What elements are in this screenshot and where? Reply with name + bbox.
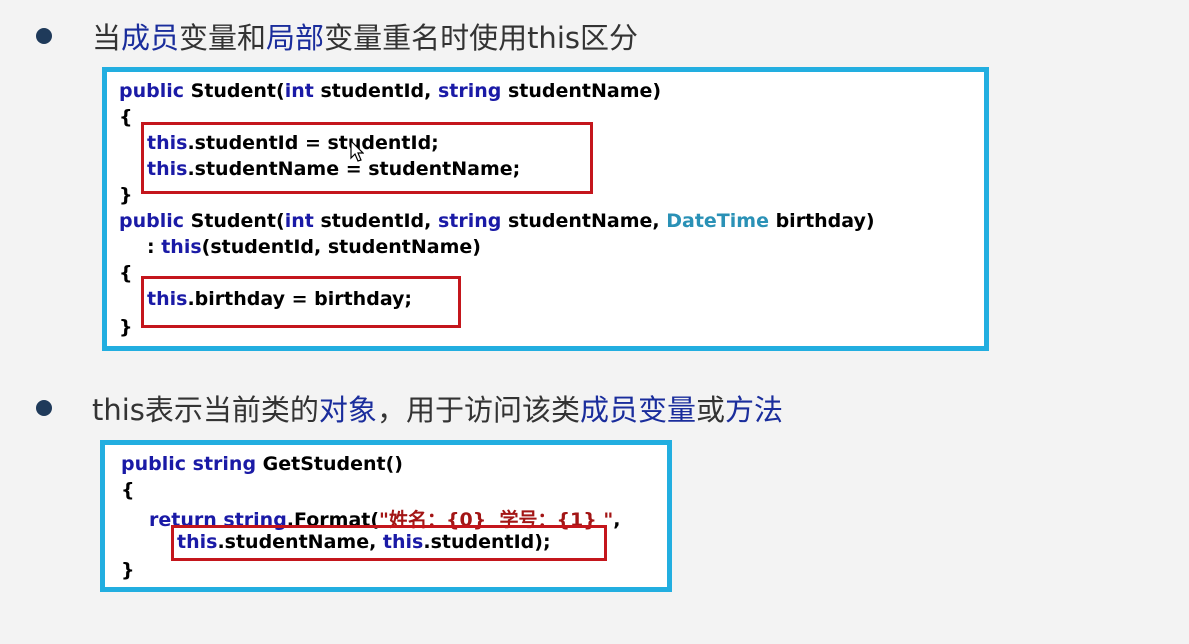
- bullet-2-highlight: 对象: [318, 393, 377, 427]
- code-line: }: [119, 184, 133, 206]
- code-line: {: [121, 479, 135, 501]
- code-line: : this(studentId, studentName): [147, 236, 481, 258]
- bullet-icon: [36, 28, 52, 44]
- bullet-icon: [36, 400, 52, 416]
- bullet-2-segment: ，用于访问该类: [376, 393, 580, 427]
- code-block-getstudent: public string GetStudent() { return stri…: [100, 440, 672, 592]
- code-line: this.studentId = studentId;: [147, 132, 439, 154]
- bullet-text-2: this表示当前类的对象，用于访问该类成员变量或方法: [92, 387, 783, 429]
- code-line: public Student(int studentId, string stu…: [119, 210, 875, 232]
- code-line: {: [119, 262, 133, 284]
- bullet-text-1: 当成员变量和局部变量重名时使用this区分: [92, 15, 638, 57]
- bullet-item-1: 当成员变量和局部变量重名时使用this区分: [36, 14, 638, 58]
- code-block-constructors: public Student(int studentId, string stu…: [102, 67, 989, 351]
- bullet-1-segment: 当: [92, 21, 122, 55]
- code-line: {: [119, 106, 133, 128]
- code-line: this.studentName = studentName;: [147, 158, 521, 180]
- code-line: public Student(int studentId, string stu…: [119, 80, 662, 102]
- bullet-2-highlight: 成员变量: [579, 393, 696, 427]
- mouse-cursor-icon: [350, 140, 364, 162]
- bullet-2-segment: 或: [695, 393, 725, 427]
- code-line: }: [119, 316, 133, 338]
- code-line: }: [121, 559, 135, 581]
- code-line: this.studentName, this.studentId);: [177, 531, 551, 553]
- bullet-2-highlight: 方法: [724, 393, 783, 427]
- code-line: this.birthday = birthday;: [147, 288, 413, 310]
- code-line: public string GetStudent(): [121, 453, 403, 475]
- bullet-item-2: this表示当前类的对象，用于访问该类成员变量或方法: [36, 386, 783, 430]
- bullet-1-highlight: 成员: [121, 21, 180, 55]
- bullet-1-segment: 变量和: [179, 21, 267, 55]
- bullet-2-segment: this表示当前类的: [92, 393, 319, 427]
- bullet-1-highlight: 局部: [266, 21, 325, 55]
- bullet-1-segment: 变量重名时使用this区分: [324, 21, 638, 55]
